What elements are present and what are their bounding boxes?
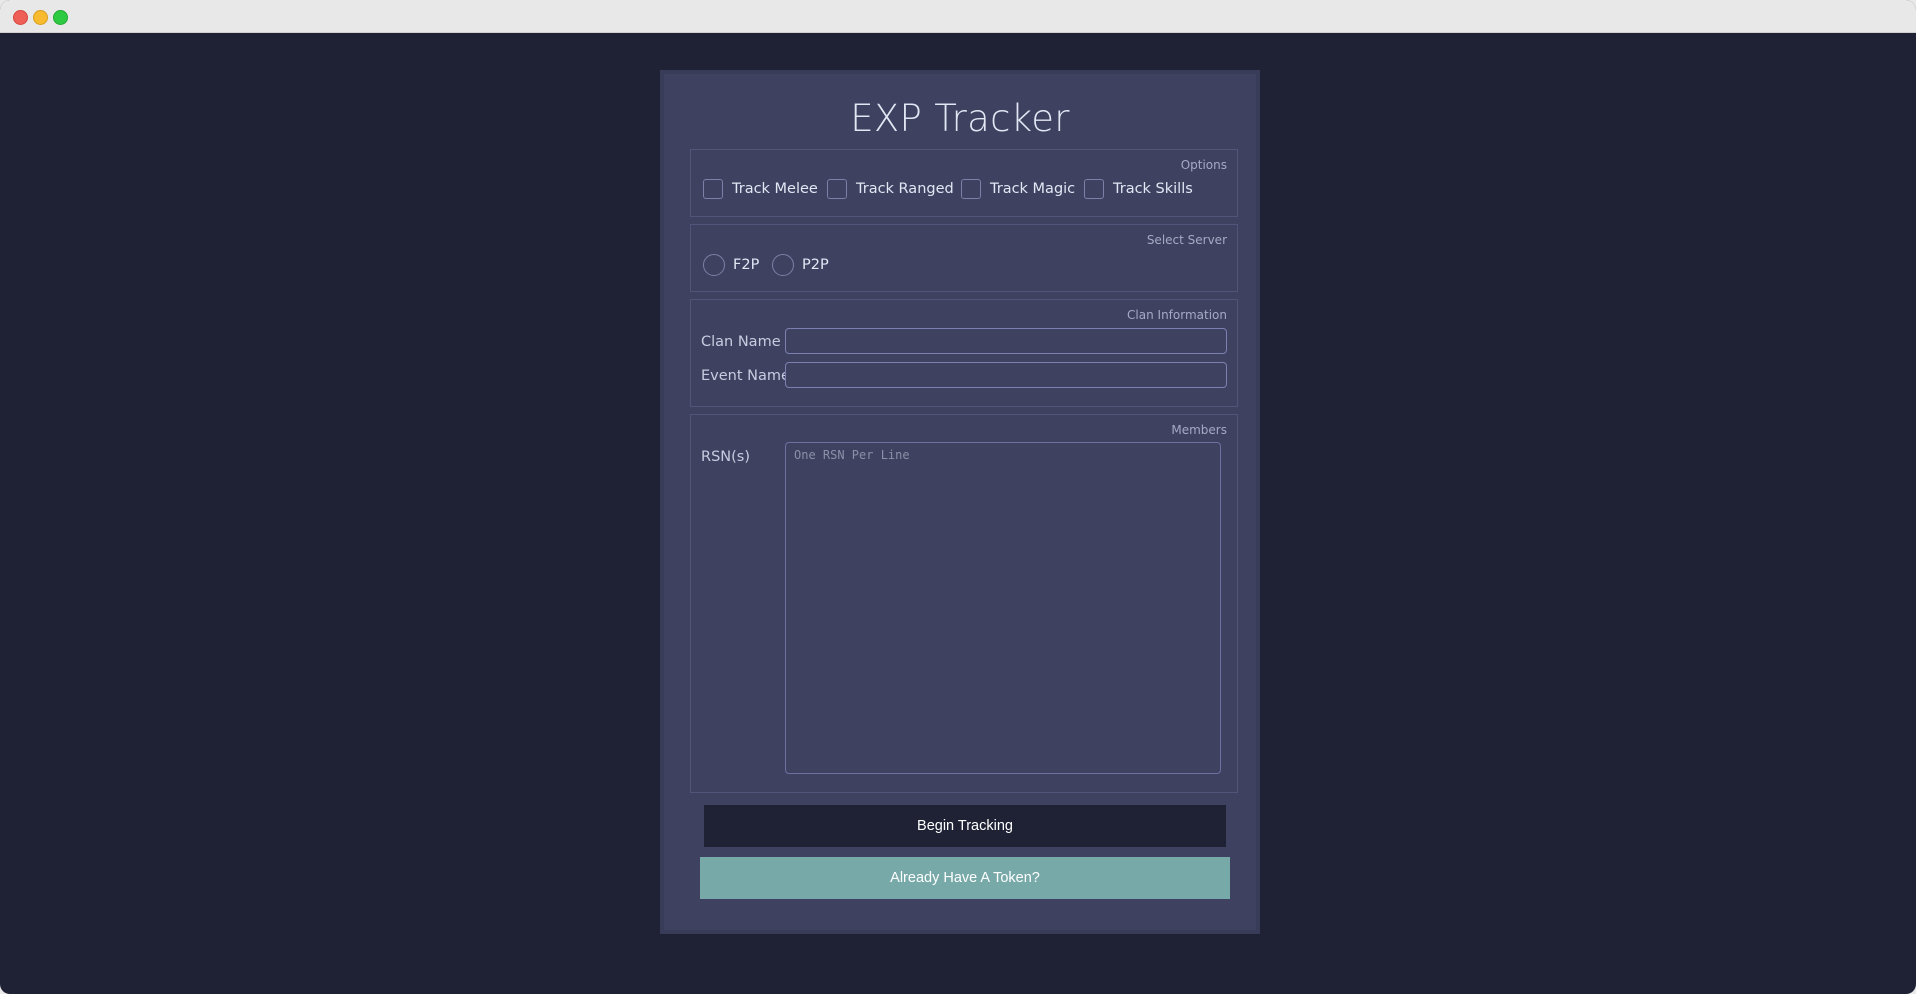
f2p-option[interactable]: F2P [703, 254, 759, 276]
maximize-window-icon[interactable] [53, 10, 68, 25]
server-legend: Select Server [1146, 233, 1227, 247]
window-titlebar [0, 0, 1916, 33]
track-melee-label: Track Melee [732, 181, 818, 197]
clan-name-field[interactable] [785, 328, 1227, 354]
members-group: Members RSN(s) [690, 414, 1238, 793]
track-melee-checkbox[interactable] [703, 179, 723, 199]
track-ranged-label: Track Ranged [856, 181, 954, 197]
track-melee-option[interactable]: Track Melee [703, 179, 818, 199]
options-legend: Options [1180, 158, 1227, 172]
members-legend: Members [1171, 423, 1227, 437]
f2p-radio[interactable] [703, 254, 725, 276]
track-magic-label: Track Magic [990, 181, 1076, 197]
options-group: Options Track Melee Track Ranged Track M… [690, 149, 1238, 217]
event-name-field[interactable] [785, 362, 1227, 388]
begin-tracking-button[interactable]: Begin Tracking [704, 805, 1226, 847]
clan-info-group: Clan Information Clan Name Event Name [690, 299, 1238, 407]
f2p-label: F2P [733, 257, 760, 273]
minimize-window-icon[interactable] [33, 10, 48, 25]
track-magic-option[interactable]: Track Magic [961, 179, 1075, 199]
tracker-form-panel: EXP Tracker Options Track Melee Track Ra… [660, 70, 1260, 934]
track-skills-option[interactable]: Track Skills [1084, 179, 1193, 199]
track-skills-label: Track Skills [1113, 181, 1193, 197]
p2p-radio[interactable] [772, 254, 794, 276]
page-title: EXP Tracker [850, 97, 1070, 140]
event-name-label: Event Name [701, 368, 790, 384]
track-magic-checkbox[interactable] [961, 179, 981, 199]
token-button[interactable]: Already Have A Token? [700, 857, 1230, 899]
server-group: Select Server F2P P2P [690, 224, 1238, 292]
rsn-textarea[interactable] [785, 442, 1221, 774]
track-ranged-checkbox[interactable] [827, 179, 847, 199]
track-ranged-option[interactable]: Track Ranged [827, 179, 954, 199]
rsn-label: RSN(s) [701, 449, 750, 465]
clan-name-label: Clan Name [701, 334, 781, 350]
tracker-form: EXP Tracker Options Track Melee Track Ra… [669, 79, 1251, 925]
close-window-icon[interactable] [13, 10, 28, 25]
p2p-option[interactable]: P2P [772, 254, 829, 276]
app-window: EXP Tracker Options Track Melee Track Ra… [0, 0, 1916, 994]
track-skills-checkbox[interactable] [1084, 179, 1104, 199]
clan-info-legend: Clan Information [1127, 308, 1227, 322]
p2p-label: P2P [802, 257, 829, 273]
